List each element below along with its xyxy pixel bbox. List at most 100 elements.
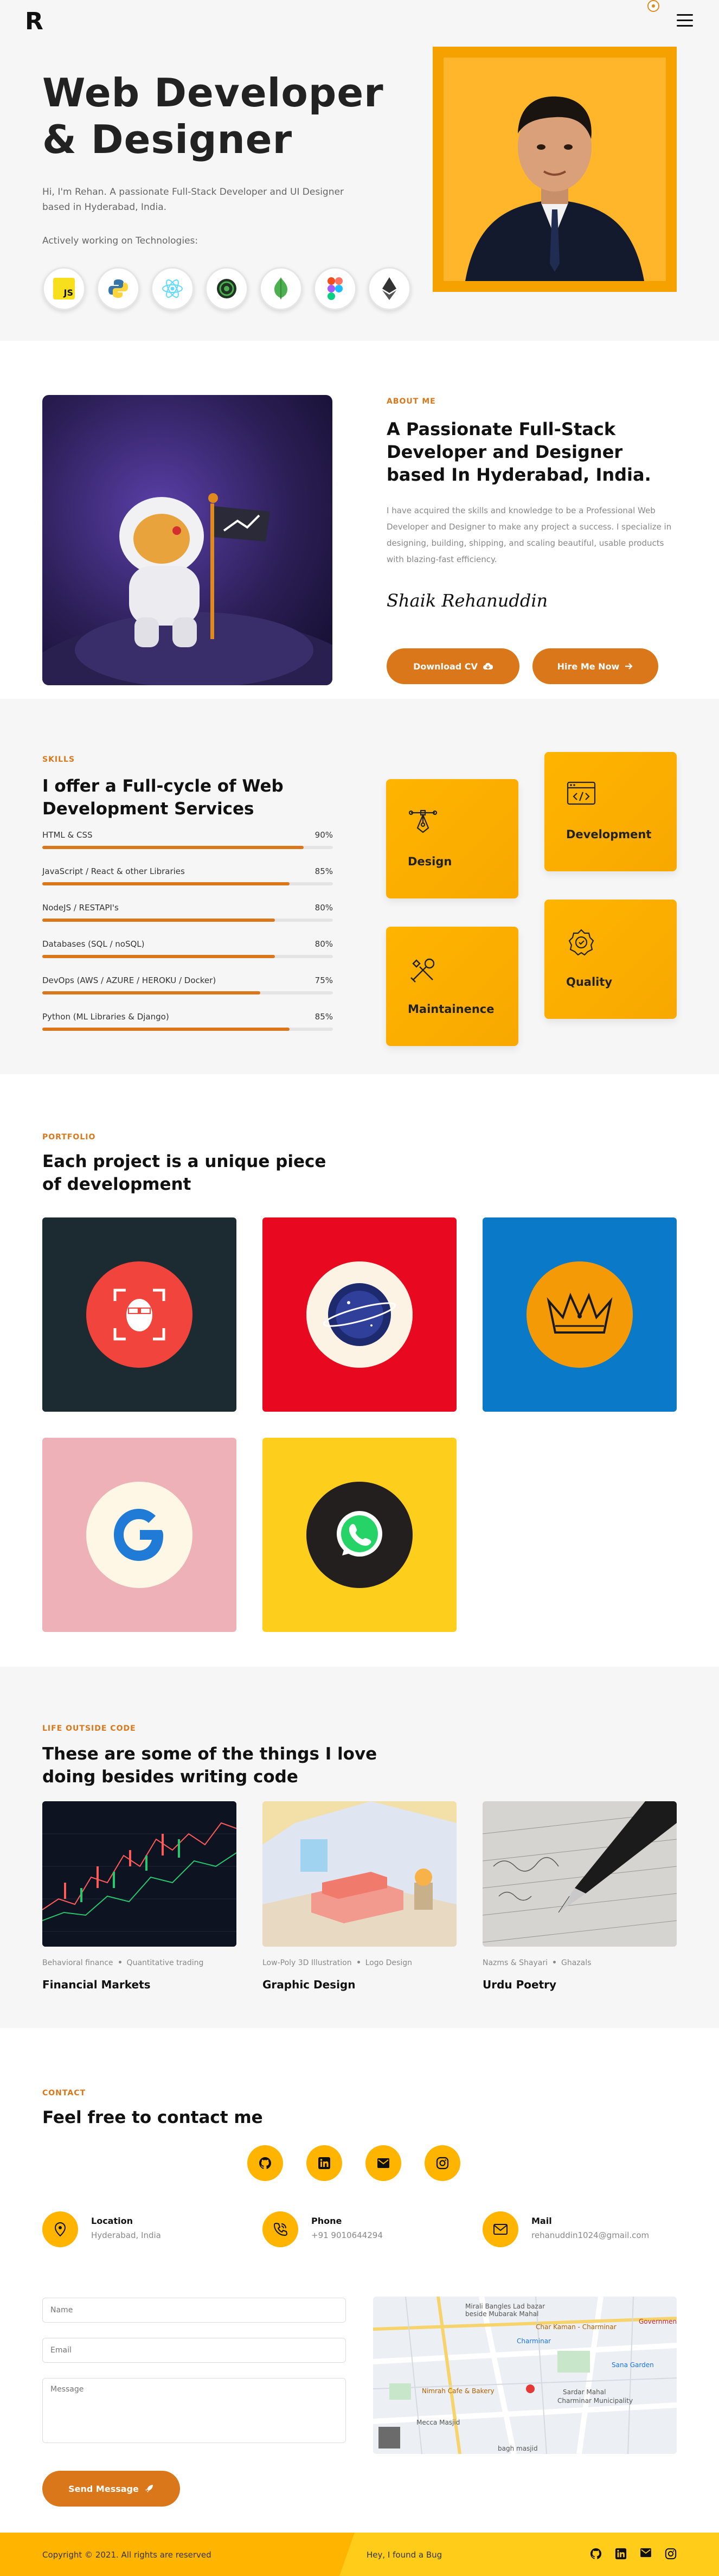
- service-card-design: Design: [386, 779, 518, 898]
- send-message-button[interactable]: Send Message: [42, 2471, 180, 2507]
- map-label: bagh masjid: [498, 2445, 538, 2452]
- skill-name: NodeJS / RESTAPI's: [42, 903, 119, 913]
- project-tile-planet[interactable]: [262, 1217, 457, 1412]
- profile-photo: [444, 58, 666, 281]
- g-logo-icon: [86, 1482, 192, 1588]
- skill-bar: Python (ML Libraries & Django) 85%: [42, 1012, 333, 1048]
- instagram-icon[interactable]: [665, 2548, 677, 2562]
- send-message-label: Send Message: [68, 2483, 139, 2494]
- theme-toggle-icon[interactable]: [647, 0, 659, 12]
- mail-icon[interactable]: [365, 2145, 401, 2181]
- hero-intro: Hi, I'm Rehan. A passionate Full-Stack D…: [42, 187, 344, 213]
- service-card-development: Development: [544, 752, 677, 871]
- js-badge: JS: [53, 278, 75, 299]
- skills-section: SKILLS I offer a Full-cycle of Web Devel…: [0, 699, 719, 1074]
- map-label: Charminar: [517, 2337, 551, 2345]
- envelope-icon: [483, 2211, 518, 2247]
- skill-percent: 80%: [314, 939, 333, 949]
- download-cv-label: Download CV: [413, 661, 478, 672]
- linkedin-icon[interactable]: [615, 2548, 627, 2562]
- skill-fill: [42, 1028, 290, 1031]
- profile-photo-frame: [433, 47, 677, 292]
- project-tile-face-scan[interactable]: [42, 1217, 236, 1412]
- skill-track: [42, 882, 333, 885]
- tech-label: Actively working on Technologies:: [42, 235, 198, 246]
- astronaut-illustration: [42, 395, 332, 685]
- hobby-tags: Nazms & Shayari Ghazals: [483, 1959, 677, 1967]
- map-label: Mecca Masjid: [416, 2419, 460, 2426]
- hire-me-label: Hire Me Now: [557, 661, 620, 672]
- rocket-icon: [145, 2485, 153, 2492]
- message-textarea[interactable]: [42, 2378, 346, 2443]
- location-map[interactable]: Mirali Bangles Lad bazar beside Mubarak …: [373, 2297, 677, 2454]
- hero-title-line1: Web Developer: [42, 70, 384, 116]
- github-icon[interactable]: [247, 2145, 283, 2181]
- mongodb-icon: [259, 267, 303, 310]
- mail-value[interactable]: rehanuddin1024@gmail.com: [531, 2230, 649, 2240]
- github-icon[interactable]: [590, 2548, 602, 2562]
- contact-heading: Feel free to contact me: [42, 2108, 263, 2127]
- skill-percent: 80%: [314, 903, 333, 913]
- hero-title-line2: & Designer: [42, 117, 293, 162]
- download-cv-button[interactable]: Download CV: [387, 648, 519, 684]
- map-label: Nimrah Cafe & Bakery: [422, 2387, 495, 2395]
- map-label: Government: [639, 2318, 677, 2325]
- footer: Copyright © 2021. All rights are reserve…: [0, 2533, 719, 2576]
- skill-percent: 75%: [314, 975, 333, 985]
- hobby-card[interactable]: Behavioral finance Quantitative trading F…: [42, 1801, 236, 1991]
- location-label: Location: [91, 2216, 133, 2226]
- hero-title: Web Developer & Designer: [42, 69, 384, 163]
- skill-track: [42, 991, 333, 994]
- hobby-tags: Low-Poly 3D Illustration Logo Design: [262, 1959, 457, 1967]
- skill-fill: [42, 955, 275, 958]
- hobby-tag: Nazms & Shayari: [483, 1959, 548, 1967]
- hobby-tag: Low-Poly 3D Illustration: [262, 1959, 352, 1967]
- email-input[interactable]: [42, 2338, 346, 2363]
- python-icon: [97, 267, 140, 310]
- pen-tool-icon: [408, 809, 438, 833]
- about-description: I have acquired the skills and knowledge…: [387, 506, 672, 564]
- hobby-title: Urdu Poetry: [483, 1978, 557, 1991]
- skill-track: [42, 1028, 333, 1031]
- about-heading: A Passionate Full-Stack Developer and De…: [387, 419, 651, 485]
- skills-heading: I offer a Full-cycle of Web Development …: [42, 776, 284, 819]
- rstudio-icon: [205, 267, 248, 310]
- report-bug-link[interactable]: Hey, I found a Bug: [367, 2550, 442, 2560]
- top-navbar: R: [0, 0, 719, 38]
- project-tile-whatsapp[interactable]: [262, 1438, 457, 1632]
- instagram-icon[interactable]: [425, 2145, 460, 2181]
- service-card-label: Quality: [566, 975, 613, 989]
- skill-bar: HTML & CSS 90%: [42, 830, 333, 866]
- map-label: Sana Garden: [612, 2361, 654, 2369]
- hobby-tag: Behavioral finance: [42, 1959, 113, 1967]
- mail-icon[interactable]: [640, 2548, 652, 2562]
- name-input[interactable]: [42, 2298, 346, 2323]
- skill-bar: DevOps (AWS / AZURE / HEROKU / Docker) 7…: [42, 975, 333, 1012]
- hobby-title: Financial Markets: [42, 1978, 151, 1991]
- skill-bar: NodeJS / RESTAPI's 80%: [42, 903, 333, 939]
- map-label: Char Kaman - Charminar: [536, 2323, 617, 2331]
- contact-phone: Phone +91 9010644294: [262, 2211, 383, 2247]
- hire-me-button[interactable]: Hire Me Now: [532, 648, 658, 684]
- skill-percent: 85%: [314, 866, 333, 876]
- face-scan-icon: [86, 1261, 192, 1368]
- planet-icon: [306, 1261, 413, 1368]
- copyright: Copyright © 2021. All rights are reserve…: [42, 2550, 211, 2560]
- hobby-card[interactable]: Nazms & Shayari Ghazals Urdu Poetry: [483, 1801, 677, 1991]
- about-eyebrow: ABOUT ME: [387, 397, 436, 406]
- about-section: ABOUT ME A Passionate Full-Stack Develop…: [0, 341, 719, 699]
- project-tile-g-logo[interactable]: [42, 1438, 236, 1632]
- contact-mail: Mail rehanuddin1024@gmail.com: [483, 2211, 649, 2247]
- hamburger-menu-icon[interactable]: [677, 14, 693, 30]
- service-card-quality: Quality: [544, 900, 677, 1019]
- linkedin-icon[interactable]: [306, 2145, 342, 2181]
- skills-eyebrow: SKILLS: [42, 755, 75, 764]
- site-logo[interactable]: R: [25, 8, 43, 35]
- portfolio-heading: Each project is a unique piece of develo…: [42, 1152, 326, 1194]
- skill-bars: HTML & CSS 90% JavaScript / React & othe…: [42, 830, 333, 1048]
- hobby-tags: Behavioral finance Quantitative trading: [42, 1959, 236, 1967]
- phone-value[interactable]: +91 9010644294: [311, 2230, 383, 2240]
- project-tile-crown[interactable]: [483, 1217, 677, 1412]
- hobby-card[interactable]: Low-Poly 3D Illustration Logo Design Grap…: [262, 1801, 457, 1991]
- tools-icon: [410, 958, 435, 983]
